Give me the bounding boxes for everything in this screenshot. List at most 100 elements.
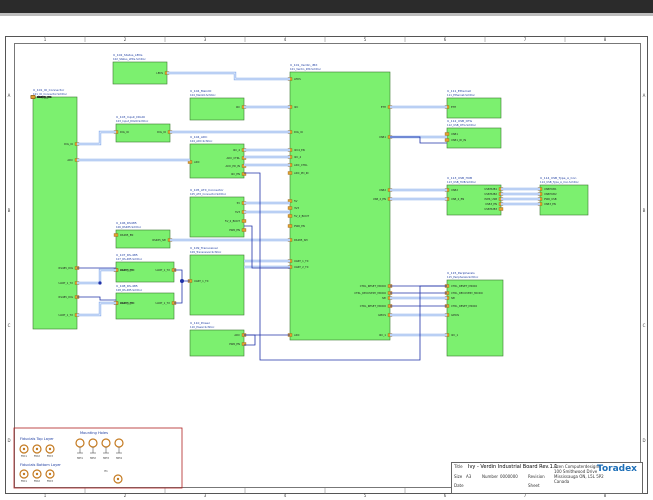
block-title: U_102_Status_LEDs	[113, 53, 143, 57]
revision-label: Revision	[528, 474, 545, 479]
block-title: U_105_ATX_Connector	[190, 188, 224, 192]
fiducial-bottom-center	[48, 472, 52, 476]
bus-dig-in	[77, 130, 116, 146]
entry-label: UART_1_TX	[59, 313, 74, 317]
entry-label: PWR_EN	[229, 342, 240, 346]
sheet-label: Sheet	[528, 483, 540, 488]
block-title: U_104_MainIO	[190, 89, 212, 93]
sheet-symbol-custom	[32, 96, 78, 330]
mcu-pin-label: ADC_CTRL	[294, 163, 308, 167]
entry-label: ADC_PD_IN	[226, 164, 241, 168]
entry-label: ADC	[194, 160, 200, 164]
sheet-symbol-mb1	[115, 261, 175, 283]
fiducial-top-ref: FID2	[34, 454, 40, 458]
mcu-pin-label: CTRL_RECOVERY_MICRO	[354, 291, 386, 295]
block-title: U_108_RS-485	[116, 284, 138, 288]
entry-label: UART_1_TX	[120, 268, 135, 272]
entry-label: PWR_USB	[544, 197, 557, 201]
grid-col-label-bottom: 4	[284, 493, 287, 498]
entry-label: DIG_IO	[64, 142, 73, 146]
mounting-hole-mark	[114, 438, 124, 448]
grid-row-label-right: C	[643, 323, 646, 328]
entry-label: I2C_1	[451, 333, 459, 337]
entry-label: USB1_ID_IN	[451, 138, 466, 142]
sheet-symbol-mux	[189, 97, 245, 121]
entry-label: LEDS	[156, 71, 163, 75]
entry-label: USB_2_EN	[451, 197, 464, 201]
mcu-pin-label: DIG_IO	[294, 130, 303, 134]
entry-label: I2C	[236, 105, 240, 109]
mcu-pin-label: ETH	[381, 105, 386, 109]
h1-center	[116, 477, 120, 481]
fiducial-bottom-center	[35, 472, 39, 476]
mounting-hole-ref: MH1	[77, 456, 83, 460]
block-subtitle: 114_USB_Type_A_Con.SchDoc	[540, 180, 579, 184]
mcu-pin-label: USB1	[379, 135, 386, 139]
grid-row-label-left: D	[7, 438, 10, 443]
h1-ref: H1	[104, 469, 108, 473]
grid-row-label-left: C	[8, 323, 11, 328]
mcu-pin-label: UART_2_TX	[294, 265, 309, 269]
entry-label: ADC_CTRL	[226, 156, 240, 160]
entry-label: PWR_EN	[229, 228, 240, 232]
block-title: U_104_ADC	[190, 135, 207, 139]
grid-col-label-bottom: 2	[124, 493, 127, 498]
entry-label: UART_1_TX	[194, 279, 209, 283]
size-value: A3	[466, 474, 472, 479]
mounting-hole-mark	[88, 438, 98, 448]
mounting-hole-ref: MH4	[116, 456, 122, 460]
grid-col-label-top: 7	[524, 37, 527, 42]
block-subtitle: 107_RS-485.SchDoc	[116, 257, 143, 261]
fiducial-top-center	[48, 447, 52, 451]
sheet-entry-uart_1_tx	[30, 95, 36, 99]
grid-row-label-left: B	[8, 208, 11, 213]
entry-label: USBHUB1	[544, 187, 557, 191]
entry-label: ADC	[67, 158, 73, 162]
fiducial-bottom-center	[22, 472, 26, 476]
grid-col-label-bottom: 6	[444, 493, 447, 498]
title-value: Ivy - Verdin Industrial Board Rev.1.1	[468, 464, 558, 470]
grid-col-label-top: 5	[364, 37, 367, 42]
bus-uart1	[77, 268, 116, 285]
block-title: U_113_USB_HUB	[447, 176, 472, 180]
entry-label: CTRL_RECOVERY_MICRO	[451, 291, 483, 295]
block-title: U_101_Verdin_iMX	[290, 63, 317, 67]
block-title: U_101_IO_Connector	[33, 88, 65, 92]
mcu-pin-label: RS485_SPI	[294, 238, 308, 242]
block-subtitle: 104_ADC.SchDoc	[190, 139, 213, 143]
number-label: Number	[482, 474, 499, 479]
sheet-entry-usbhub3	[498, 207, 504, 211]
wire-rs485-b	[77, 296, 116, 301]
mcu-pin-label: ADC_PD_IN	[294, 171, 309, 175]
entry-label: RS485_DIG	[59, 266, 73, 270]
grid-col-label-top: 2	[124, 37, 127, 42]
mcu-pin-label: 5V	[294, 199, 298, 203]
sheet-symbol-usbotg	[446, 127, 502, 149]
block-title: U_112_USB_OTG	[447, 119, 473, 123]
entry-label: CTRL_RESET_MICRO	[451, 284, 477, 288]
fiducial-bottom-ref: FID2	[34, 479, 40, 483]
mcu-pin-label: CTRL_RESET_MICRO	[360, 304, 386, 308]
block-title: U_106_RS485	[116, 221, 137, 225]
block-title: U_111_Ethernet	[447, 89, 472, 93]
block-subtitle: 113_USB_HUB.SchDoc	[447, 180, 477, 184]
mcu-pin-label: USB2	[379, 188, 386, 192]
entry-label: USBHUB3	[484, 207, 497, 211]
mcu-pin-label: I2C_1	[379, 333, 387, 337]
grid-row-label-right: D	[642, 438, 645, 443]
block-title: U_115_Peripherals	[447, 271, 475, 275]
entry-label: USBHUB1	[484, 187, 497, 191]
entry-label: UART_1_TX	[156, 301, 171, 305]
mcu-pin-label: PWR_EN	[294, 224, 305, 228]
grid-col-label-top: 3	[204, 37, 207, 42]
grid-row-label-left: A	[8, 93, 11, 98]
mcu-pin-label: ADC	[294, 333, 300, 337]
fiducial-top-center	[22, 447, 26, 451]
mounting-hole-ref: MH3	[103, 456, 109, 460]
mcu-pin-label: GPIOS	[378, 313, 386, 317]
sheet-entry-pwr_en	[287, 224, 293, 228]
block-subtitle: 112_USB_OTG.SchDoc	[447, 123, 477, 127]
entry-label: RS485_EN	[120, 233, 133, 237]
mcu-pin-label: UART_1_TX	[294, 259, 309, 263]
mounting-hole-ref: MH2	[90, 456, 96, 460]
